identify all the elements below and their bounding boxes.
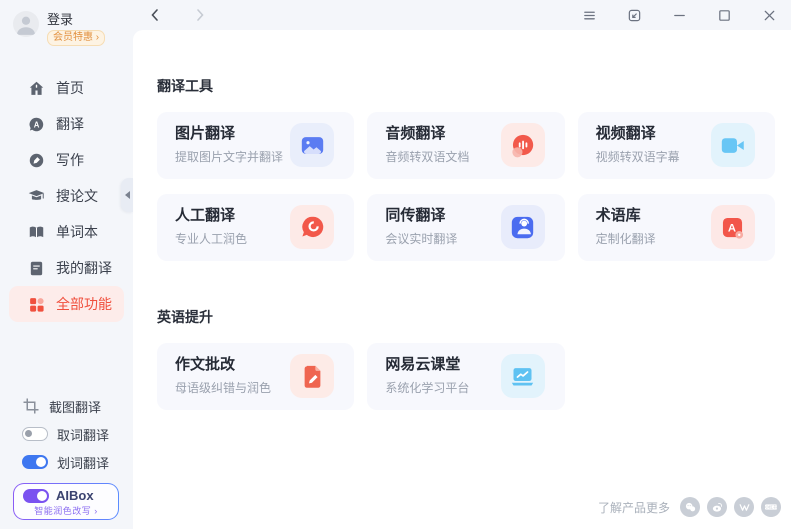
writing-icon: [28, 152, 45, 169]
chevron-left-icon: [125, 191, 130, 199]
wechat-icon[interactable]: [680, 497, 700, 517]
sidebar-quick-tools: 截图翻译 取词翻译 划词翻译: [22, 392, 126, 476]
tool-label: 划词翻译: [57, 453, 109, 472]
card-video-translate[interactable]: 视频翻译 视频转双语字幕: [578, 112, 775, 179]
weibo-icon[interactable]: [707, 497, 727, 517]
learn-more-label[interactable]: 了解产品更多: [598, 499, 670, 516]
video-translate-icon: [711, 123, 755, 167]
main-panel: 翻译工具 图片翻译 提取图片文字并翻译 音频翻译 音频转双语文档 视频翻译 视频…: [133, 30, 791, 529]
sidebar-item-label: 单词本: [56, 222, 98, 242]
avatar[interactable]: [13, 11, 39, 37]
product-footer: 了解产品更多 小红书: [598, 497, 781, 517]
maximize-icon[interactable]: [715, 6, 733, 24]
card-simultaneous-translate[interactable]: 同传翻译 会议实时翻译: [367, 194, 564, 261]
image-translate-icon: [290, 123, 334, 167]
card-audio-translate[interactable]: 音频翻译 音频转双语文档: [367, 112, 564, 179]
word-capture-toggle[interactable]: [22, 427, 48, 441]
home-icon: [28, 80, 45, 97]
sidebar-item-my-translations[interactable]: 我的翻译: [9, 250, 124, 286]
aibox-subtitle[interactable]: 智能润色改写 ›: [14, 504, 118, 517]
section-title-translation-tools: 翻译工具: [157, 76, 775, 96]
wordbook-icon: [28, 224, 45, 241]
back-button[interactable]: [146, 6, 164, 24]
crop-icon: [22, 397, 40, 415]
sidebar: 登录 会员特惠 › 首页 A 翻译 写作 搜论文: [0, 0, 133, 529]
sidebar-item-home[interactable]: 首页: [9, 70, 124, 106]
forward-button[interactable]: [191, 6, 209, 24]
aibox-panel[interactable]: AIBox 智能润色改写 ›: [13, 483, 119, 520]
card-terminology[interactable]: 术语库 定制化翻译 A: [578, 194, 775, 261]
aibox-label: AIBox: [56, 488, 94, 503]
titlebar: [133, 0, 791, 30]
card-image-translate[interactable]: 图片翻译 提取图片文字并翻译: [157, 112, 354, 179]
sidebar-item-label: 写作: [56, 150, 84, 170]
sidebar-item-writing[interactable]: 写作: [9, 142, 124, 178]
word-capture-translate-item[interactable]: 取词翻译: [22, 420, 126, 448]
card-human-translate[interactable]: 人工翻译 专业人工润色: [157, 194, 354, 261]
sidebar-item-paper-search[interactable]: 搜论文: [9, 178, 124, 214]
svg-text:小红书: 小红书: [765, 504, 777, 510]
sidebar-item-label: 翻译: [56, 114, 84, 134]
all-features-grid-icon: [28, 296, 45, 313]
svg-text:A: A: [34, 120, 40, 129]
sidebar-item-translate[interactable]: A 翻译: [9, 106, 124, 142]
translate-icon: A: [28, 116, 45, 133]
aibox-toggle[interactable]: [23, 489, 49, 503]
mini-window-icon[interactable]: [625, 6, 643, 24]
essay-correction-icon: [290, 354, 334, 398]
screenshot-translate-item[interactable]: 截图翻译: [22, 392, 126, 420]
sidebar-collapse-handle[interactable]: [121, 178, 133, 212]
sidebar-item-label: 首页: [56, 78, 84, 98]
word-select-toggle[interactable]: [22, 455, 48, 469]
svg-text:A: A: [728, 222, 736, 234]
xiaohongshu-icon[interactable]: 小红书: [761, 497, 781, 517]
paper-search-icon: [28, 188, 45, 205]
cloud-classroom-icon: [501, 354, 545, 398]
word-select-translate-item[interactable]: 划词翻译: [22, 448, 126, 476]
card-cloud-classroom[interactable]: 网易云课堂 系统化学习平台: [367, 343, 564, 410]
sidebar-item-label: 搜论文: [56, 186, 98, 206]
main-content: 翻译工具 图片翻译 提取图片文字并翻译 音频翻译 音频转双语文档 视频翻译 视频…: [133, 30, 791, 410]
user-account-area[interactable]: 登录 会员特惠 ›: [13, 11, 105, 46]
vip-offer-badge[interactable]: 会员特惠 ›: [47, 30, 105, 46]
card-essay-correction[interactable]: 作文批改 母语级纠错与润色: [157, 343, 354, 410]
audio-translate-icon: [501, 123, 545, 167]
tool-label: 截图翻译: [49, 397, 101, 416]
sidebar-item-label: 我的翻译: [56, 258, 112, 278]
sidebar-item-label: 全部功能: [56, 294, 112, 314]
app-window: { "colors": { "accent_red": "#f0503e", "…: [0, 0, 791, 529]
section-title-english-improvement: 英语提升: [157, 307, 775, 327]
sidebar-nav: 首页 A 翻译 写作 搜论文 单词本: [9, 70, 124, 322]
wechat-channels-icon[interactable]: [734, 497, 754, 517]
my-translations-icon: [28, 260, 45, 277]
tool-label: 取词翻译: [57, 425, 109, 444]
minimize-icon[interactable]: [670, 6, 688, 24]
close-icon[interactable]: [760, 6, 778, 24]
menu-icon[interactable]: [580, 6, 598, 24]
sidebar-item-all-features[interactable]: 全部功能: [9, 286, 124, 322]
english-improvement-grid: 作文批改 母语级纠错与润色 网易云课堂 系统化学习平台: [157, 343, 775, 410]
human-translate-icon: [290, 205, 334, 249]
login-label[interactable]: 登录: [47, 12, 105, 27]
translation-tools-grid: 图片翻译 提取图片文字并翻译 音频翻译 音频转双语文档 视频翻译 视频转双语字幕: [157, 112, 775, 261]
simultaneous-translate-icon: [501, 205, 545, 249]
terminology-icon: A: [711, 205, 755, 249]
sidebar-item-wordbook[interactable]: 单词本: [9, 214, 124, 250]
